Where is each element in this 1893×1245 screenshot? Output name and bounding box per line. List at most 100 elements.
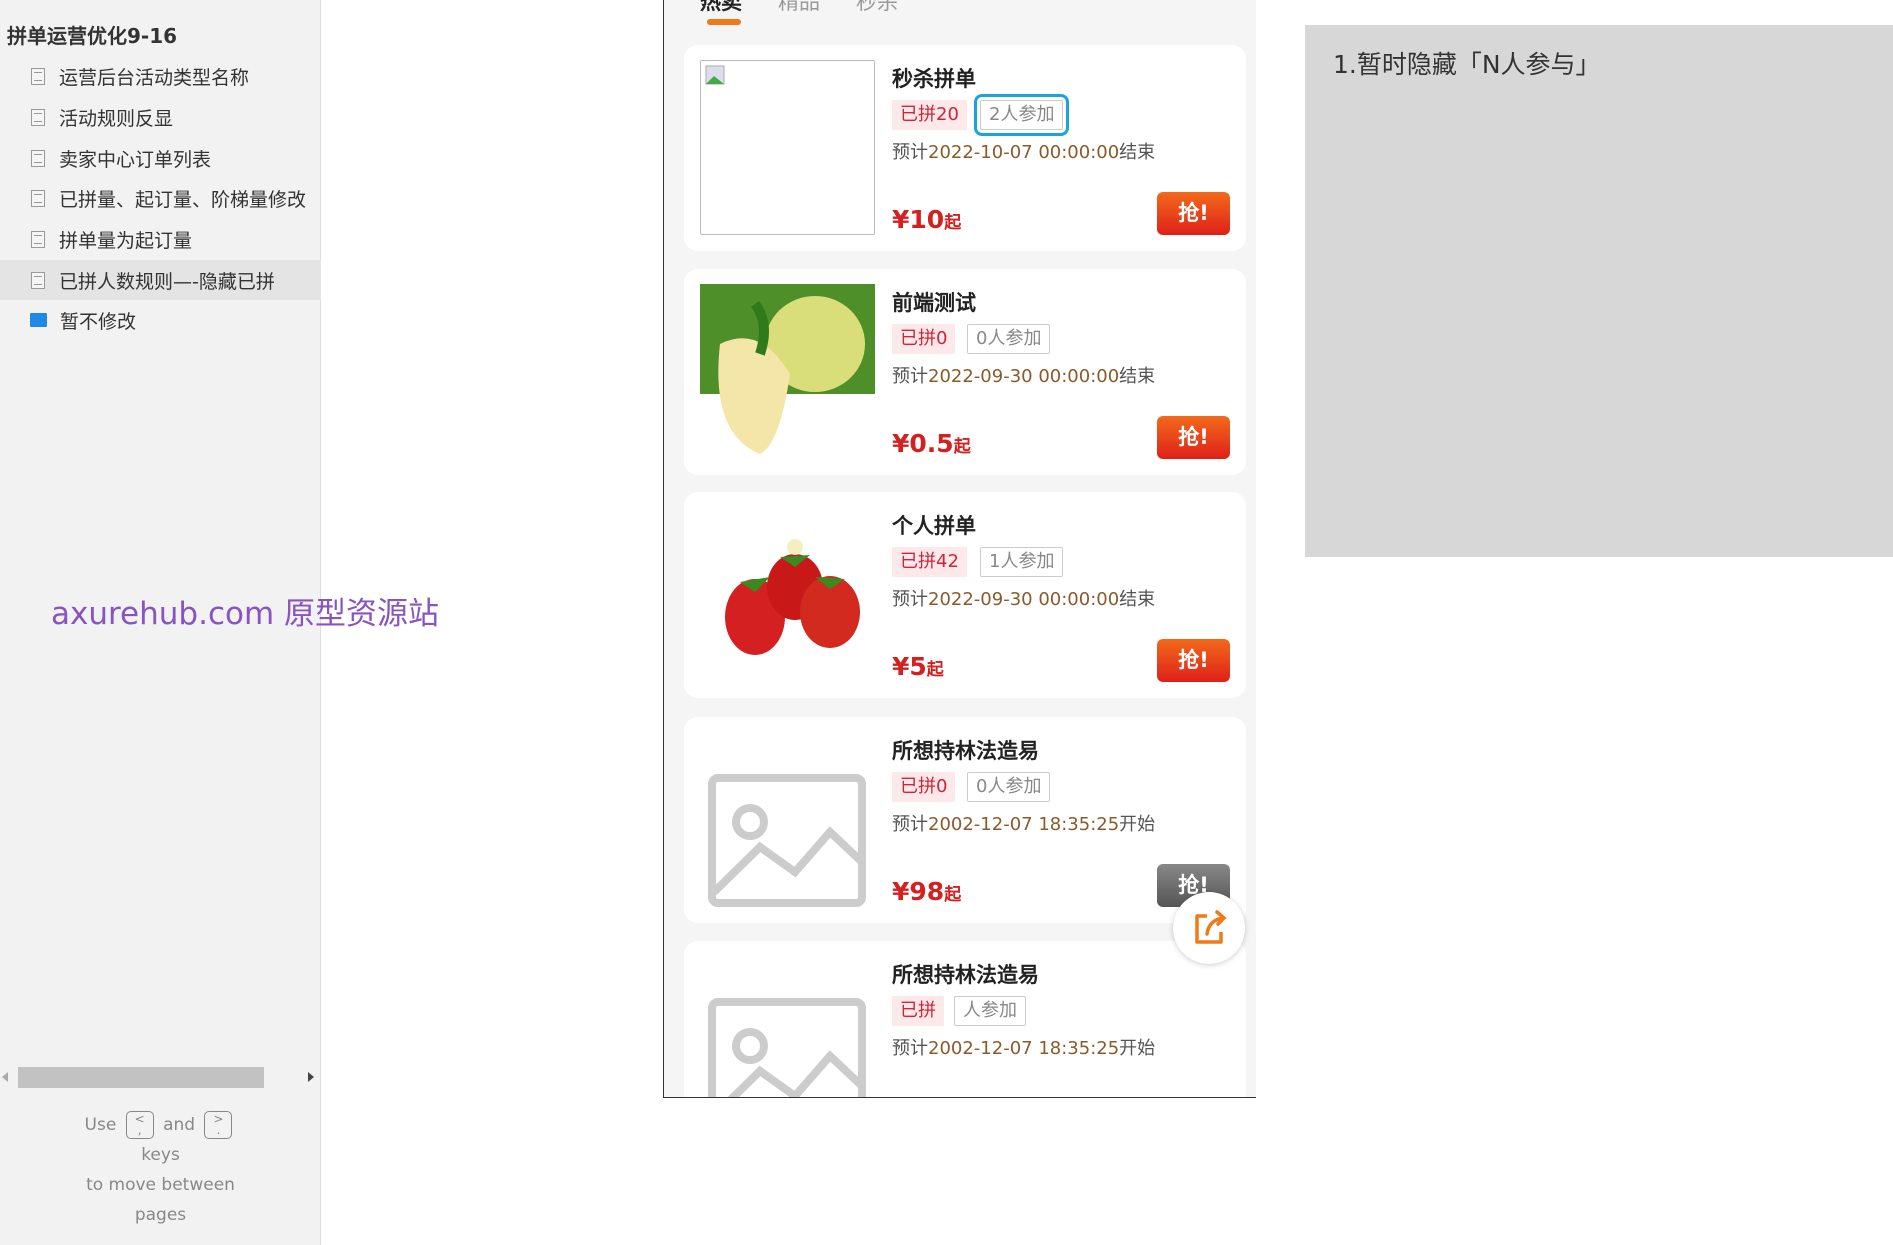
help-text: to move between (86, 1175, 235, 1195)
price: ¥5起 (892, 652, 944, 681)
help-text: pages (134, 1205, 187, 1225)
page-icon (31, 230, 45, 248)
grab-button[interactable]: 抢! (1157, 416, 1230, 459)
participants-badge: 1人参加 (980, 547, 1064, 577)
date-prefix: 预计 (892, 1038, 928, 1059)
participants-badge: 0人参加 (967, 324, 1051, 354)
price-suffix: 起 (944, 213, 962, 233)
joined-badge: 已拼42 (892, 547, 967, 577)
date-suffix: 结束 (1119, 366, 1156, 387)
product-card[interactable]: 个人拼单 已拼42 1人参加 预计2022-09-30 00:00:00结束 ¥… (684, 492, 1246, 698)
grab-button[interactable]: 抢! (1157, 639, 1230, 682)
date-suffix: 开始 (1119, 1038, 1156, 1059)
keyboard-help: Use < , and > . keys to move between pag… (0, 1110, 321, 1230)
tab-flash-sale[interactable]: 秒杀 (856, 0, 898, 16)
note-text: 1.暂时隐藏「N人参与」 (1333, 50, 1601, 79)
active-tab-indicator (707, 19, 741, 25)
date-value: 2002-12-07 18:35:25 (928, 1038, 1120, 1059)
joined-badge: 已拼0 (892, 324, 956, 354)
price-value: ¥10 (892, 205, 945, 234)
comma-key-icon: < , (125, 1111, 154, 1139)
share-icon (1195, 910, 1227, 944)
horizontal-scrollbar[interactable] (0, 1066, 321, 1088)
sidebar-item-label: 暂不修改 (60, 310, 137, 333)
strawberries-image (700, 507, 875, 682)
participants-badge: 人参加 (954, 996, 1026, 1026)
grab-button[interactable]: 抢! (1157, 192, 1230, 235)
help-text: keys (141, 1145, 180, 1165)
joined-badge: 已拼 (892, 996, 944, 1026)
product-title: 所想持林法造易 (892, 739, 1039, 763)
sidebar-item[interactable]: 已拼量、起订量、阶梯量修改 (0, 178, 321, 218)
scrollbar-thumb[interactable] (18, 1067, 264, 1088)
sidebar-item[interactable]: 暂不修改 (0, 300, 321, 340)
sidebar-item-label: 活动规则反显 (59, 107, 174, 130)
product-title: 所想持林法造易 (892, 963, 1039, 987)
phone-prototype: 热卖 精品 秒杀 秒杀拼单 已拼20 2人参加 预计2022-10-07 00:… (663, 0, 1256, 1098)
help-text: Use (84, 1115, 117, 1135)
price-suffix: 起 (926, 660, 944, 680)
annotation-note: 1.暂时隐藏「N人参与」 (1305, 25, 1893, 557)
date-value: 2022-09-30 00:00:00 (928, 589, 1120, 610)
date-suffix: 开始 (1119, 814, 1156, 835)
date-prefix: 预计 (892, 814, 928, 835)
tab-premium[interactable]: 精品 (778, 0, 820, 16)
image-placeholder-icon (700, 732, 875, 907)
end-date: 预计2022-10-07 00:00:00结束 (892, 138, 1155, 164)
sidebar-item[interactable]: 活动规则反显 (0, 97, 321, 137)
start-date: 预计2002-12-07 18:35:25开始 (892, 810, 1155, 836)
date-value: 2022-09-30 00:00:00 (928, 366, 1120, 387)
product-title: 个人拼单 (892, 514, 976, 538)
product-title: 秒杀拼单 (892, 67, 976, 91)
date-prefix: 预计 (892, 142, 928, 163)
page-icon (31, 149, 45, 167)
pomelo-image (700, 284, 875, 459)
price-value: ¥98 (892, 877, 945, 906)
category-tabs: 热卖 精品 秒杀 (700, 0, 898, 16)
tab-hot[interactable]: 热卖 (700, 0, 742, 16)
price-suffix: 起 (953, 437, 971, 457)
sidebar-item-label: 卖家中心订单列表 (59, 148, 212, 171)
sidebar-item[interactable]: 拼单量为起订量 (0, 219, 321, 259)
sidebar-item-label: 运营后台活动类型名称 (59, 66, 250, 89)
sidebar-item[interactable]: 卖家中心订单列表 (0, 138, 321, 178)
price: ¥0.5起 (892, 429, 971, 458)
product-card[interactable]: 所想持林法造易 已拼0 0人参加 预计2002-12-07 18:35:25开始… (684, 717, 1246, 923)
date-prefix: 预计 (892, 366, 928, 387)
sidebar-item-label: 已拼量、起订量、阶梯量修改 (59, 188, 307, 211)
watermark: axurehub.com 原型资源站 (51, 596, 440, 632)
scroll-right-arrow-icon[interactable] (308, 1072, 314, 1082)
start-date: 预计2002-12-07 18:35:25开始 (892, 1034, 1155, 1060)
participants-badge: 2人参加 (973, 94, 1070, 136)
folder-icon (30, 313, 47, 327)
product-card[interactable]: 前端测试 已拼0 0人参加 预计2022-09-30 00:00:00结束 ¥0… (684, 269, 1246, 475)
image-placeholder-icon (700, 956, 875, 1097)
sidebar-item-label: 拼单量为起订量 (59, 229, 193, 252)
price: ¥98起 (892, 877, 961, 906)
scroll-left-arrow-icon[interactable] (2, 1072, 8, 1082)
period-key-icon: > . (204, 1111, 233, 1139)
date-value: 2022-10-07 00:00:00 (928, 142, 1120, 163)
end-date: 预计2022-09-30 00:00:00结束 (892, 362, 1155, 388)
page-icon (31, 108, 45, 126)
product-card[interactable]: 秒杀拼单 已拼20 2人参加 预计2022-10-07 00:00:00结束 ¥… (684, 45, 1246, 251)
participants-badge: 0人参加 (967, 772, 1051, 802)
date-suffix: 结束 (1119, 589, 1156, 610)
page-icon (31, 271, 45, 289)
share-button[interactable] (1173, 892, 1245, 964)
price: ¥10起 (892, 205, 961, 234)
sidebar-item-label: 已拼人数规则—-隐藏已拼 (59, 270, 275, 293)
price-suffix: 起 (944, 885, 962, 905)
date-value: 2002-12-07 18:35:25 (928, 814, 1120, 835)
date-suffix: 结束 (1119, 142, 1156, 163)
sidebar-item-selected[interactable]: 已拼人数规则—-隐藏已拼 (0, 260, 321, 300)
price-value: ¥5 (892, 652, 927, 681)
help-text: and (163, 1115, 196, 1135)
product-card[interactable]: 所想持林法造易 已拼 人参加 预计2002-12-07 18:35:25开始 (684, 941, 1246, 1097)
end-date: 预计2022-09-30 00:00:00结束 (892, 585, 1155, 611)
page-icon (31, 189, 45, 207)
joined-badge: 已拼0 (892, 772, 956, 802)
price-value: ¥0.5 (892, 429, 954, 458)
date-prefix: 预计 (892, 589, 928, 610)
sidebar-item[interactable]: 运营后台活动类型名称 (0, 56, 321, 96)
